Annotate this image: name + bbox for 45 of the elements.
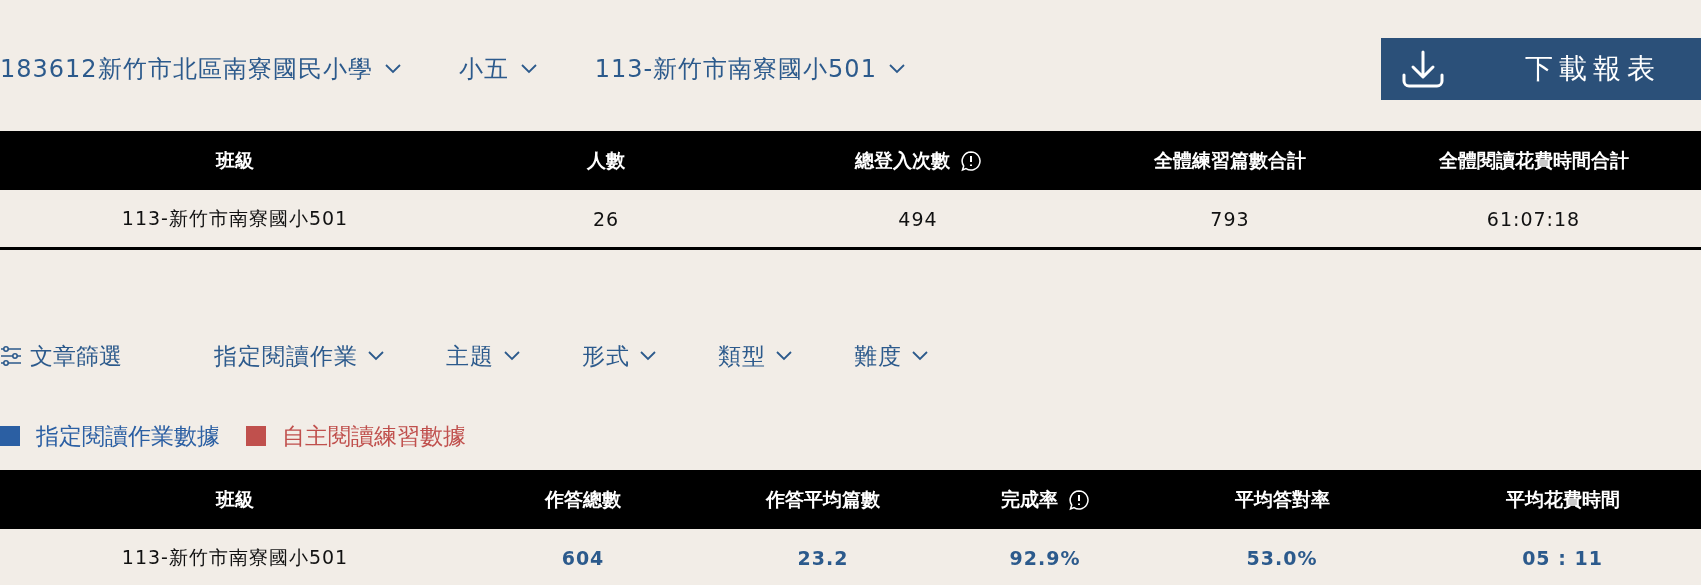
column-header: 人數 [587,147,625,173]
column-header: 班級 [216,147,254,173]
chevron-down-icon [888,64,905,74]
info-icon[interactable] [1067,488,1090,511]
table-cell: 26 [592,207,620,230]
table-cell: 92.9% [1009,546,1081,569]
chevron-down-icon [520,64,537,74]
chevron-down-icon [368,351,384,361]
column-header: 總登入次數 [854,147,950,173]
column-header: 班級 [216,486,254,512]
filter-label: 文章篩選 [30,341,122,371]
column-header: 平均花費時間 [1505,486,1620,512]
table-cell-text: 113-新竹市南寮國小501 [121,544,349,570]
table-cell-text: 113-新竹市南寮國小501 [121,205,349,231]
chevron-down-icon [776,351,792,361]
download-button[interactable]: 下載報表 [1381,38,1701,100]
table-cell: 61:07:18 [1486,207,1581,230]
legend-label: 指定閱讀作業數據 [36,421,220,451]
column-header: 全體練習篇數合計 [1154,147,1306,173]
download-icon [1401,49,1445,89]
filter-dropdown[interactable]: 主題 [446,340,520,372]
filter-dropdown[interactable]: 類型 [718,340,792,372]
chevron-down-icon [912,351,928,361]
info-icon[interactable] [959,149,982,172]
column-header: 完成率 [1000,486,1058,512]
legend-label: 自主閱讀練習數據 [282,421,466,451]
dropdown[interactable]: 113-新竹市南寮國小501 [594,53,905,85]
table-cell: 05 : 11 [1522,546,1603,569]
filter-dropdown[interactable]: 難度 [854,340,928,372]
table-cell: 23.2 [797,546,849,569]
table-cell: 604 [561,546,605,569]
table-cell: 494 [898,207,938,230]
column-header: 作答總數 [545,486,621,512]
filter-dropdown[interactable]: 指定閱讀作業 [214,340,384,372]
filter-dropdown[interactable]: 形式 [582,340,656,372]
dropdown[interactable]: 小五 [458,53,537,85]
table-cell: 53.0% [1246,546,1318,569]
table-cell: 793 [1210,207,1250,230]
column-header: 平均答對率 [1234,486,1330,512]
chevron-down-icon [640,351,656,361]
dropdown[interactable]: 183612新竹市北區南寮國民小學 [0,53,401,85]
column-header: 全體閱讀花費時間合計 [1438,147,1629,173]
column-header: 作答平均篇數 [766,486,880,512]
chevron-down-icon [504,351,520,361]
chevron-down-icon [384,64,401,74]
